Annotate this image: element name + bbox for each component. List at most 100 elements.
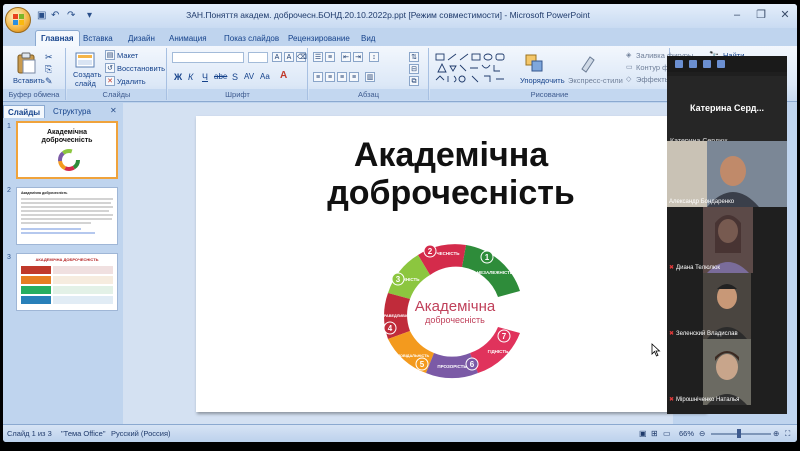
shadow-button[interactable]: S — [232, 72, 238, 82]
host-tile[interactable]: Катерина Серд... Катерина Сердюк — [667, 76, 787, 148]
participant-tile-2[interactable]: ✖ Диана Телюлюк — [667, 207, 787, 273]
tab-design[interactable]: Дизайн — [128, 31, 155, 46]
clear-format-icon[interactable]: ⌫ — [296, 52, 307, 62]
zoom-level[interactable]: 66% — [679, 429, 694, 438]
slide-title[interactable]: Академічна доброчесність — [196, 136, 706, 212]
quick-styles-button[interactable]: Экспресс-стили — [568, 76, 623, 85]
redo-icon[interactable]: ↷ — [67, 10, 75, 21]
save-icon[interactable]: ▣ — [37, 10, 46, 21]
participant-tile-1[interactable]: Александр Бондаренко — [667, 141, 787, 207]
justify-icon[interactable]: ≡ — [349, 72, 359, 82]
gallery-view-icon[interactable] — [703, 60, 711, 68]
arrange-button[interactable]: Упорядочить — [520, 76, 565, 85]
layout-icon[interactable]: ▤ — [105, 50, 115, 60]
normal-view-icon[interactable]: ▣ — [639, 429, 647, 438]
participant-tile-3[interactable]: ✖ Зеленский Владислав — [667, 273, 787, 339]
grow-font-icon[interactable]: A — [272, 52, 282, 62]
slideshow-view-icon[interactable]: ▭ — [663, 429, 671, 438]
effects-icon[interactable]: ◇ — [626, 75, 631, 83]
reset-button[interactable]: Восстановить — [117, 64, 165, 73]
customize-toolbar-icon[interactable]: ▾ — [87, 10, 92, 21]
undo-icon[interactable]: ↶ — [51, 10, 59, 21]
slide-1[interactable]: Академічна доброчесність НЕЗАЛЕЖНІСТЬ ЧЕ… — [196, 116, 706, 412]
numbering-icon[interactable]: ≡ — [325, 52, 335, 62]
copy-icon[interactable]: ⎘ — [45, 64, 52, 75]
paste-icon[interactable] — [15, 52, 37, 74]
zoom-slider-thumb[interactable] — [737, 429, 741, 438]
delete-icon[interactable]: ✕ — [105, 76, 115, 86]
cut-icon[interactable]: ✂ — [45, 52, 53, 63]
tab-home[interactable]: Главная — [35, 30, 80, 46]
maximize-button[interactable]: ❐ — [749, 7, 773, 23]
decrease-indent-icon[interactable]: ⇤ — [341, 52, 351, 62]
grid-view-icon[interactable] — [675, 60, 683, 68]
tab-view[interactable]: Вид — [361, 31, 375, 46]
title-bar: ▣ ↶ ↷ ▾ ЗАН.Поняття академ. доброчесн.БО… — [3, 4, 797, 33]
slide-thumbnail-1[interactable]: Академічна доброчесність — [16, 121, 118, 179]
font-color-icon[interactable]: A — [280, 70, 287, 81]
change-case-button[interactable]: Aa — [260, 72, 270, 81]
font-size-combo[interactable] — [248, 52, 268, 63]
outline-icon[interactable]: ▭ — [626, 63, 633, 71]
shrink-font-icon[interactable]: A — [284, 52, 294, 62]
strike-button[interactable]: abe — [214, 72, 227, 81]
integrity-cycle-diagram[interactable]: НЕЗАЛЕЖНІСТЬ ЧЕСНІСТЬ ТОЧНІСТЬ СПРАВЕДЛИ… — [374, 233, 532, 389]
shapes-gallery-icon[interactable] — [434, 52, 514, 84]
quick-styles-icon[interactable] — [578, 53, 598, 73]
align-right-icon[interactable]: ≡ — [337, 72, 347, 82]
layout-button[interactable]: Макет — [117, 51, 138, 60]
font-group-label: Шрифт — [168, 89, 307, 100]
zoom-out-icon[interactable]: ⊖ — [699, 429, 705, 438]
line-spacing-icon[interactable]: ↕ — [369, 52, 379, 62]
sorter-view-icon[interactable]: ⊞ — [651, 429, 658, 438]
zoom-slider[interactable] — [711, 433, 771, 435]
fit-window-icon[interactable]: ⛶ — [785, 429, 790, 439]
bullets-icon[interactable]: ☰ — [313, 52, 323, 62]
fill-icon[interactable]: ◈ — [626, 51, 631, 59]
language[interactable]: Русский (Россия) — [111, 429, 171, 438]
theme-name[interactable]: "Тема Office" — [61, 429, 106, 438]
bold-button[interactable]: Ж — [174, 72, 182, 82]
new-slide-icon[interactable] — [75, 52, 95, 68]
smartart-icon[interactable]: ⧉ — [409, 76, 419, 86]
paste-button[interactable]: Вставить — [13, 76, 45, 85]
tab-slides[interactable]: Слайды — [3, 105, 46, 118]
host-name-large: Катерина Серд... — [690, 103, 764, 113]
panel-close-icon[interactable]: ✕ — [110, 106, 117, 115]
slide-thumbnail-3[interactable]: АКАДЕМІЧНА ДОБРОЧЕСНІСТЬ — [16, 253, 118, 311]
spacing-icon[interactable]: AV — [244, 72, 254, 81]
close-button[interactable]: ✕ — [773, 7, 797, 23]
increase-indent-icon[interactable]: ⇥ — [353, 52, 363, 62]
format-painter-icon[interactable]: ✎ — [45, 76, 53, 87]
underline-button[interactable]: Ч — [202, 72, 208, 82]
italic-button[interactable]: К — [188, 72, 193, 82]
align-text-icon[interactable]: ⊟ — [409, 64, 419, 74]
new-slide-label-1[interactable]: Создать — [73, 70, 102, 79]
cycle-num-2: 2 — [428, 247, 433, 256]
align-center-icon[interactable]: ≡ — [325, 72, 335, 82]
font-name-combo[interactable] — [172, 52, 244, 63]
speaker-view-icon[interactable] — [689, 60, 697, 68]
slides-group-label: Слайды — [67, 89, 166, 100]
shape-effects-button[interactable]: Эффекты — [636, 75, 670, 84]
zoom-in-icon[interactable]: ⊕ — [773, 429, 779, 438]
columns-icon[interactable]: ▥ — [365, 72, 375, 82]
new-slide-label-2[interactable]: слайд — [75, 79, 96, 88]
text-direction-icon[interactable]: ⇅ — [409, 52, 419, 62]
tab-insert[interactable]: Вставка — [83, 31, 113, 46]
participant-tile-4[interactable]: ✖ Мірошніченко Наталья — [667, 339, 787, 405]
arrange-icon[interactable] — [524, 53, 544, 73]
office-button[interactable] — [5, 7, 31, 33]
delete-button[interactable]: Удалить — [117, 77, 146, 86]
tab-slideshow[interactable]: Показ слайдов — [224, 31, 279, 46]
tab-review[interactable]: Рецензирование — [288, 31, 350, 46]
layout-option-icon[interactable] — [717, 60, 725, 68]
minimize-button[interactable]: – — [725, 7, 749, 23]
tab-outline[interactable]: Структура — [49, 105, 95, 118]
reset-icon[interactable]: ↺ — [105, 63, 115, 73]
tab-animation[interactable]: Анимация — [169, 31, 207, 46]
slide-thumbnail-2[interactable]: Академічна доброчесність — [16, 187, 118, 245]
cycle-num-3: 3 — [396, 275, 401, 284]
slide-canvas[interactable]: Академічна доброчесність НЕЗАЛЕЖНІСТЬ ЧЕ… — [123, 103, 706, 424]
align-left-icon[interactable]: ≡ — [313, 72, 323, 82]
